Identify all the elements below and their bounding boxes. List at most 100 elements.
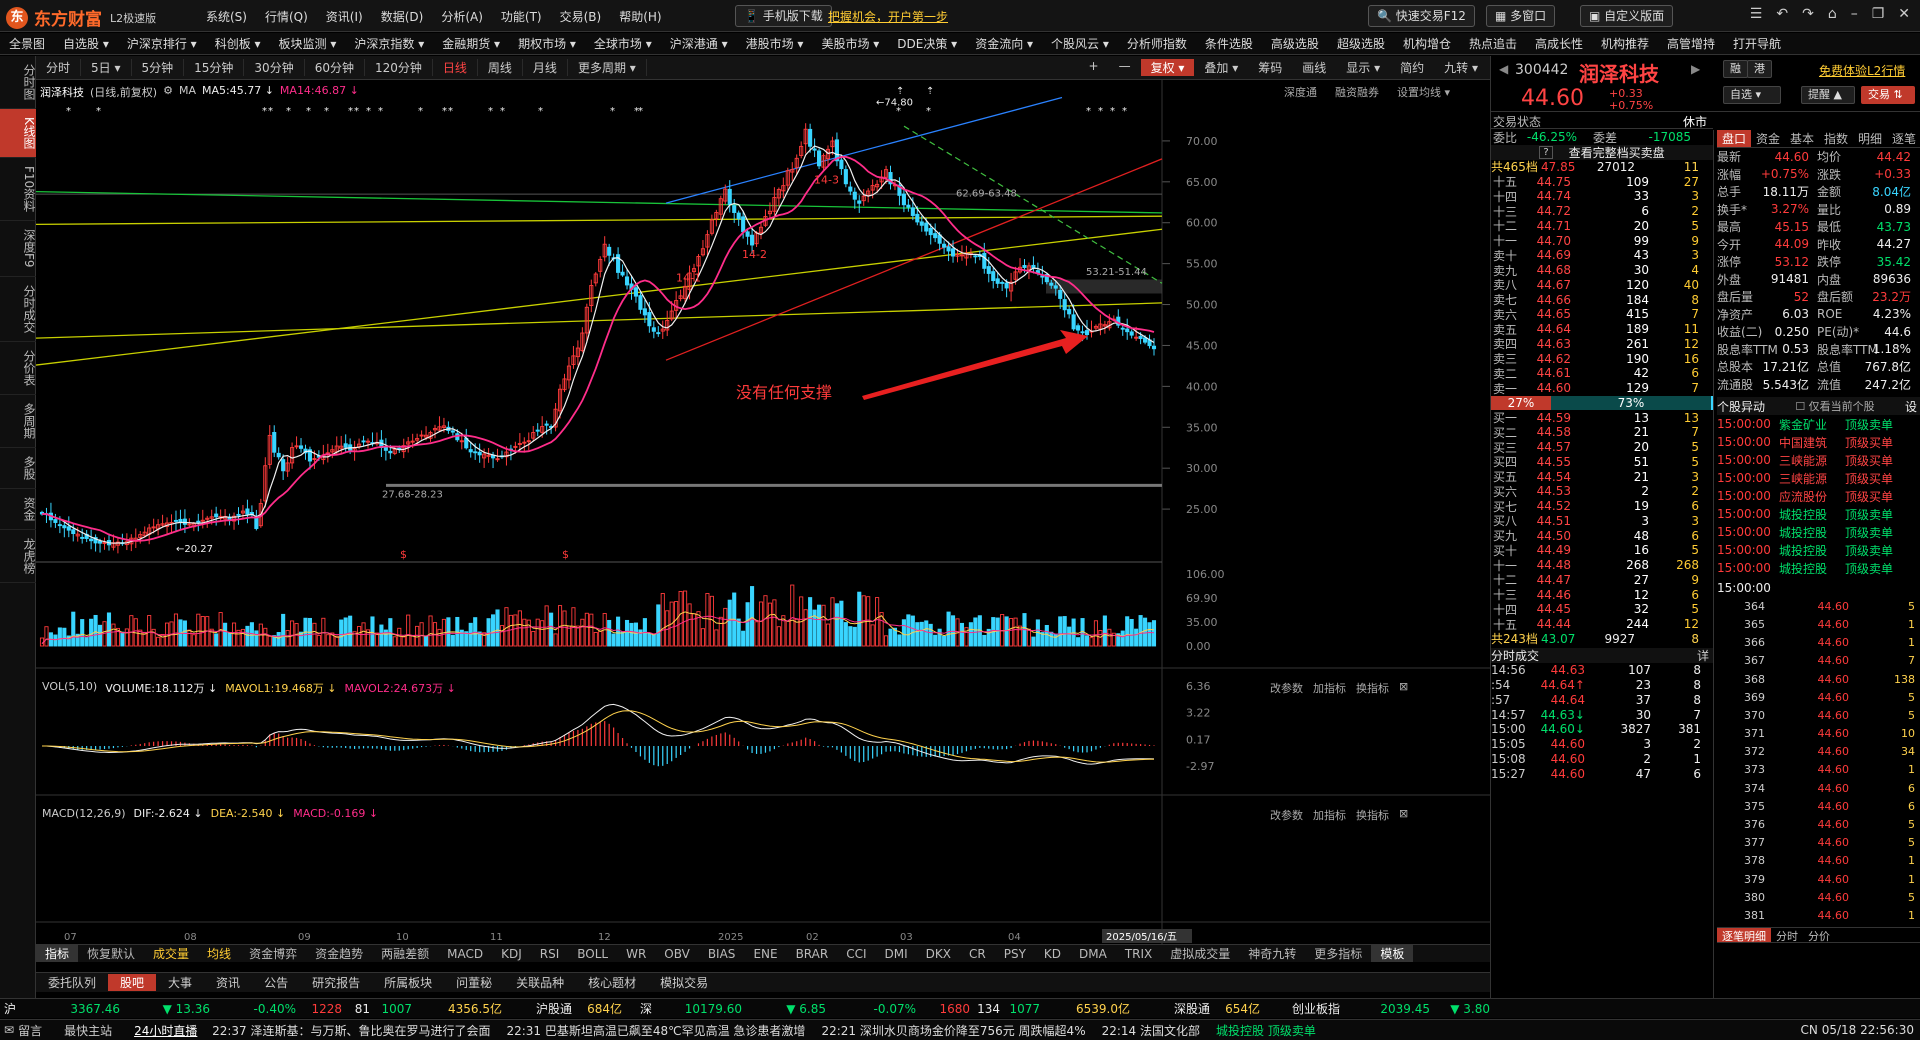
event-marker[interactable]: * [378, 106, 383, 117]
indicator-tab[interactable]: CR [960, 947, 995, 961]
event-marker[interactable]: * [96, 106, 101, 117]
menu-item[interactable]: 功能(T) [501, 8, 542, 25]
nav-item[interactable]: 高级选股 [1262, 35, 1328, 52]
indicator-tab[interactable]: TRIX [1116, 947, 1161, 961]
chart-tool[interactable]: 叠加 ▾ [1194, 59, 1248, 76]
nav-item[interactable]: 港股市场 ▾ [737, 35, 813, 52]
nav-item[interactable]: 全景图 [0, 35, 54, 52]
event-marker[interactable]: * [286, 106, 291, 117]
indicator-tab[interactable]: 指标 [36, 945, 79, 962]
chart-link[interactable]: 设置均线 ▾ [1397, 84, 1450, 100]
alert-stock[interactable]: 城投控股 [1779, 524, 1845, 541]
event-marker[interactable]: * [354, 106, 359, 117]
chart-link[interactable]: 融资融券 [1335, 84, 1379, 100]
alert-stock[interactable]: 城投控股 [1779, 542, 1845, 559]
leftbar-item[interactable]: 分时成交 [0, 277, 36, 342]
indicator-tab[interactable]: WR [617, 947, 655, 961]
indicator-tab[interactable]: 虚拟成交量 [1161, 945, 1239, 962]
macd-link[interactable]: 加指标 [1313, 807, 1346, 823]
next-stock-icon[interactable]: ▶ [1691, 62, 1700, 76]
chart-tool[interactable]: 简约 [1390, 59, 1434, 76]
menu-item[interactable]: 帮助(H) [619, 8, 661, 25]
indicator-tab[interactable]: 更多指标 [1305, 945, 1371, 962]
period-tab[interactable]: 5分钟 [132, 59, 185, 76]
signal-marker[interactable]: $ [562, 548, 569, 561]
menu-item[interactable]: 资讯(I) [326, 8, 363, 25]
macd-link[interactable]: 改参数 [1270, 807, 1303, 823]
close-icon[interactable]: ⊠ [1399, 680, 1408, 696]
menu-item[interactable]: 数据(D) [381, 8, 424, 25]
nav-item[interactable]: 沪深京指数 ▾ [345, 35, 433, 52]
indicator-tab[interactable]: 神奇九转 [1239, 945, 1305, 962]
news-tab[interactable]: 大事 [156, 974, 204, 991]
event-marker[interactable]: * [926, 106, 931, 117]
indicator-tab[interactable]: DMA [1070, 947, 1116, 961]
indicator-tab[interactable]: 资金趋势 [306, 945, 372, 962]
badge-hk[interactable]: 港 [1747, 60, 1772, 78]
menu-item[interactable]: 分析(A) [441, 8, 483, 25]
news-tab[interactable]: 股吧 [108, 974, 157, 991]
multi-window-button[interactable]: ▦ 多窗口 [1486, 5, 1556, 27]
trade-button[interactable]: 交易 ⇅ [1861, 86, 1915, 104]
badge-margin[interactable]: 融 [1723, 60, 1748, 78]
leftbar-item[interactable]: K线图 [0, 109, 36, 158]
event-marker[interactable]: ⇡ [896, 86, 904, 97]
close-icon[interactable]: ✕ [1898, 6, 1910, 22]
chart-tool[interactable]: 筹码 [1248, 59, 1292, 76]
menu-item[interactable]: 交易(B) [560, 8, 602, 25]
indicator-tab[interactable]: 恢复默认 [78, 945, 144, 962]
leftbar-item[interactable]: 深度F9 [0, 221, 36, 277]
chart-link[interactable]: 深度通 [1284, 84, 1317, 100]
alert-stock[interactable]: 三峡能源 [1779, 452, 1845, 469]
forward-icon[interactable]: ↷ [1802, 6, 1814, 22]
news-tab[interactable]: 关联品种 [504, 974, 576, 991]
indicator-tab[interactable]: BOLL [568, 947, 617, 961]
event-marker[interactable]: * [488, 106, 493, 117]
promo-link[interactable]: 把握机会，开户第一步 [828, 8, 948, 25]
news-tab[interactable]: 核心题材 [576, 974, 648, 991]
period-tab[interactable]: 60分钟 [305, 59, 365, 76]
indicator-tab[interactable]: KD [1035, 947, 1070, 961]
leftbar-item[interactable]: 分价表 [0, 342, 36, 395]
complete-book-link[interactable]: 查看完整档买卖盘 [1569, 144, 1665, 161]
nav-item[interactable]: 美股市场 ▾ [812, 35, 888, 52]
ticker-news-item[interactable]: 22:21 深圳水贝商场金价降至756元 周跌幅超4% [813, 1022, 1093, 1039]
indicator-tab[interactable]: 模板 [1371, 945, 1414, 962]
quote-tab[interactable]: 资金 [1751, 130, 1785, 147]
quote-tab[interactable]: 指数 [1819, 130, 1853, 147]
alert-stock[interactable]: 应流股份 [1779, 488, 1845, 505]
help-icon[interactable]: ? [1539, 145, 1553, 159]
alerts-option[interactable]: ☐ 仅看当前个股 [1795, 398, 1874, 414]
complete-book-row[interactable]: ? 查看完整档买卖盘 [1491, 144, 1713, 161]
nav-item[interactable]: 条件选股 [1196, 35, 1262, 52]
event-marker[interactable]: * [262, 106, 267, 117]
period-tab[interactable]: 周线 [478, 59, 523, 76]
nav-item[interactable]: 高成长性 [1526, 35, 1592, 52]
indicator-tab[interactable]: DKX [917, 947, 960, 961]
nav-item[interactable]: 沪深京排行 ▾ [118, 35, 206, 52]
event-marker[interactable]: ⇡ [926, 86, 934, 97]
period-tab[interactable]: 15分钟 [184, 59, 245, 76]
watchlist-button[interactable]: 自选 ▾ [1723, 86, 1781, 104]
alert-stock[interactable]: 紫金矿业 [1779, 416, 1845, 433]
news-tab[interactable]: 问董秘 [444, 974, 504, 991]
menu-item[interactable]: 系统(S) [206, 8, 247, 25]
period-tab[interactable]: 更多周期 ▾ [568, 59, 647, 76]
period-tab[interactable]: 120分钟 [365, 59, 433, 76]
indicator-tab[interactable]: RSI [531, 947, 569, 961]
indicator-tab[interactable]: 成交量 [144, 945, 198, 962]
event-marker[interactable]: * [610, 106, 615, 117]
event-marker[interactable]: * [1122, 106, 1127, 117]
event-marker[interactable]: * [1110, 106, 1115, 117]
period-tab[interactable]: 5日 ▾ [81, 59, 132, 76]
leftbar-item[interactable]: 多周期 [0, 395, 36, 448]
restore-icon[interactable]: ❐ [1872, 6, 1885, 22]
period-tab[interactable]: 月线 [523, 59, 568, 76]
prev-stock-icon[interactable]: ◀ [1499, 62, 1508, 76]
event-marker[interactable]: * [306, 106, 311, 117]
macd-link[interactable]: 换指标 [1356, 807, 1389, 823]
event-marker[interactable]: * [448, 106, 453, 117]
chart-tool[interactable]: 九转 ▾ [1434, 59, 1488, 76]
nav-item[interactable]: 高管增持 [1658, 35, 1724, 52]
nav-item[interactable]: 机构推荐 [1592, 35, 1658, 52]
